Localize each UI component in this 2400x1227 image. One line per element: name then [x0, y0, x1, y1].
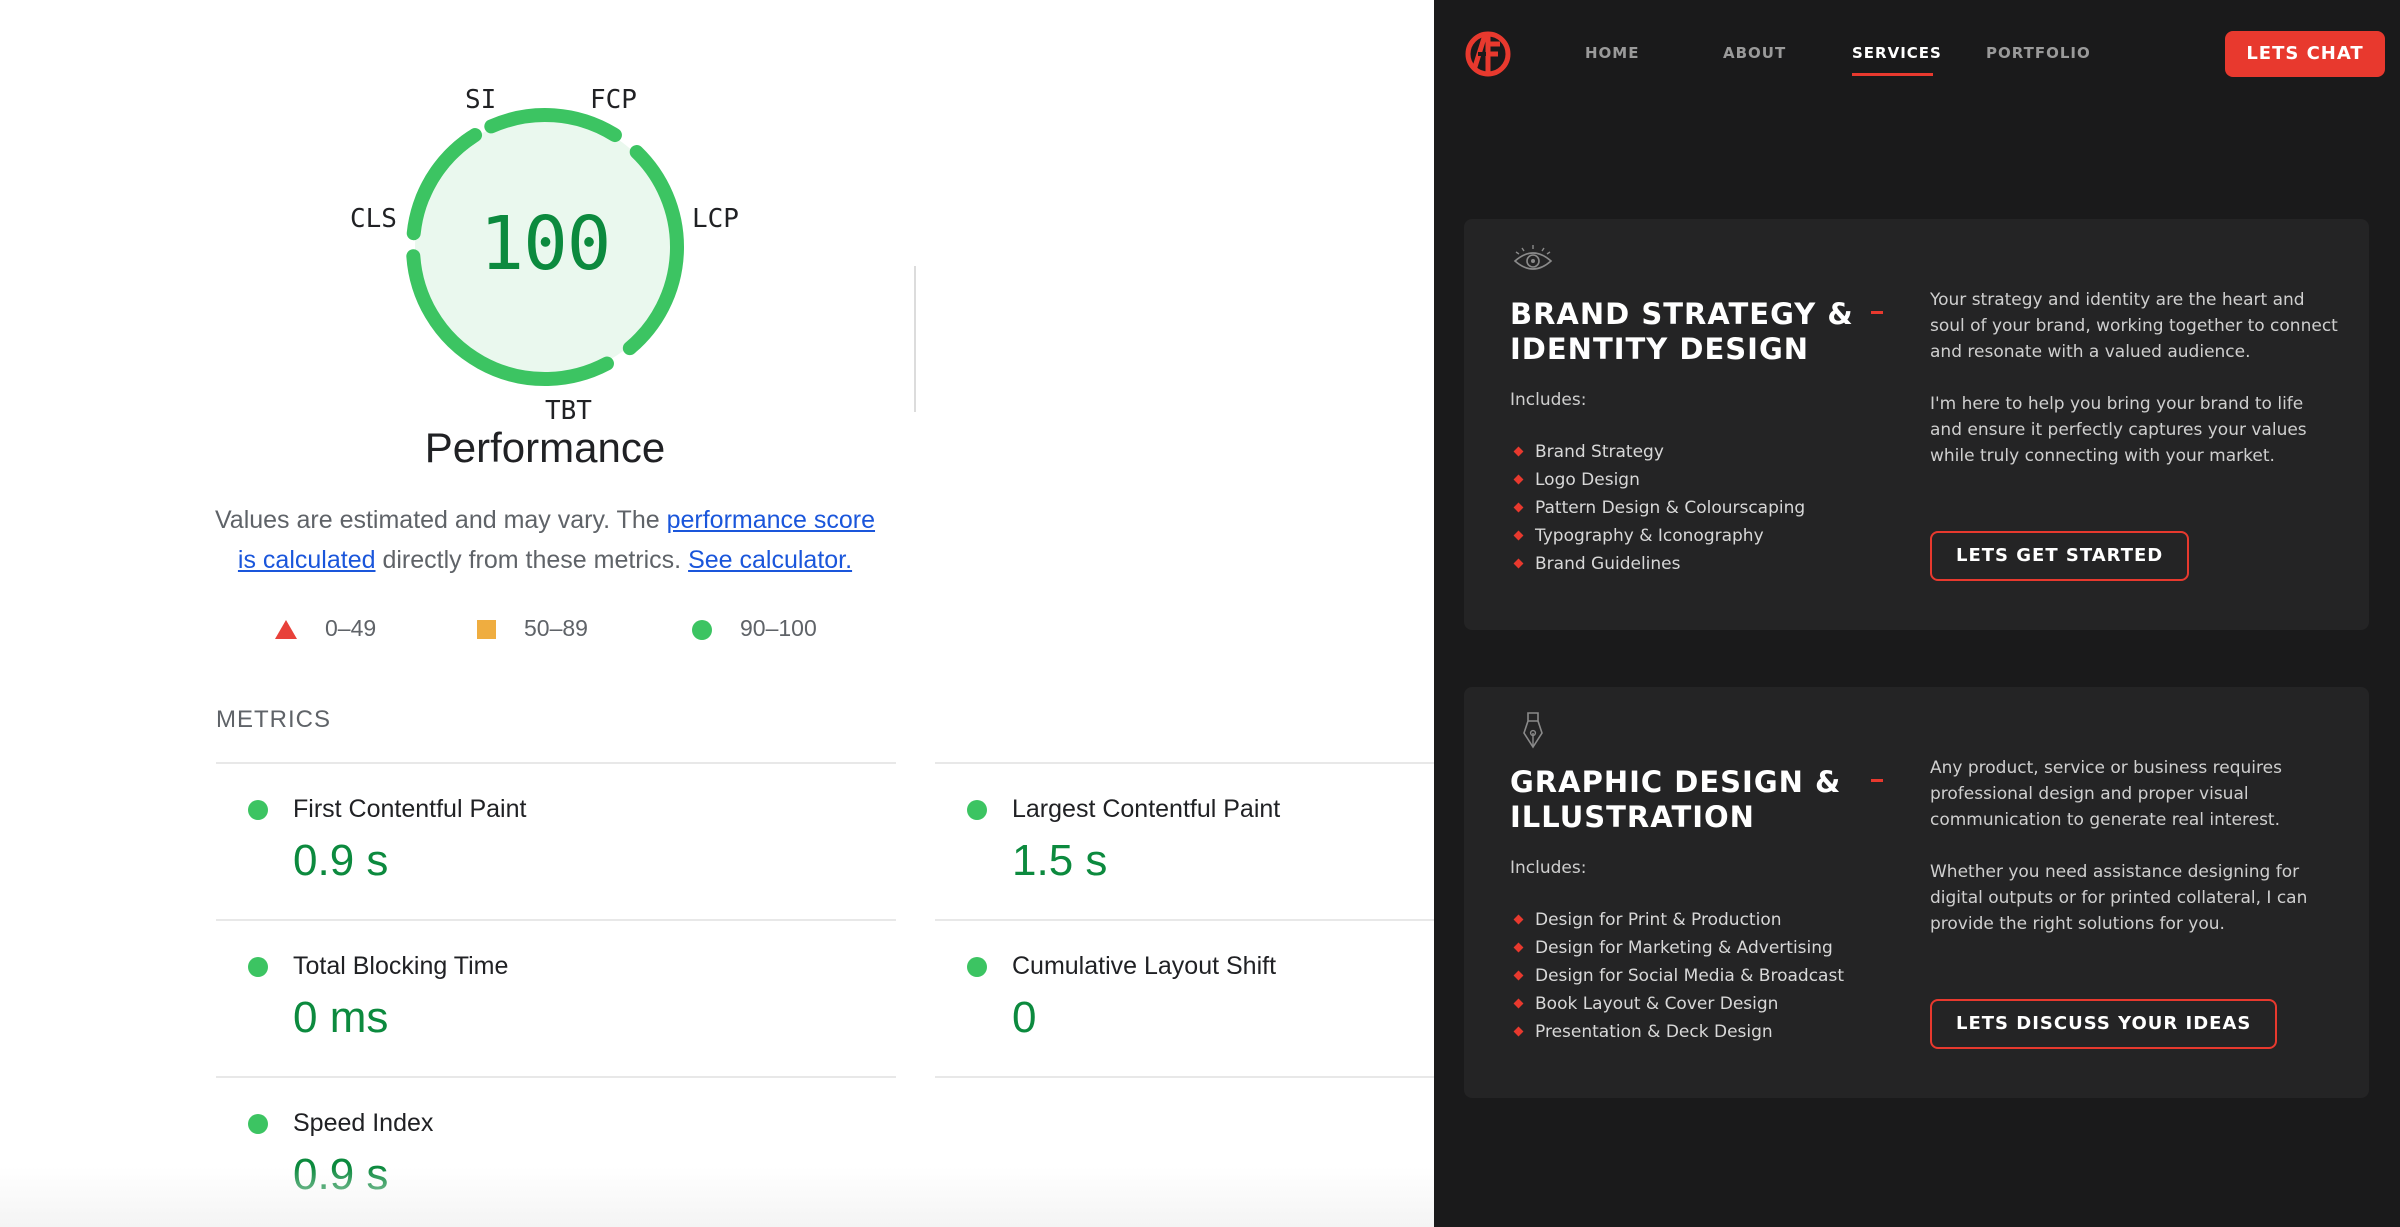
legend-average: 50–89	[477, 615, 588, 642]
nav-home[interactable]: HOME	[1585, 44, 1639, 62]
metric-name: First Contentful Paint	[293, 795, 527, 823]
see-calculator-link[interactable]: See calculator.	[688, 546, 852, 574]
metric-name: Speed Index	[293, 1109, 434, 1137]
list-item: Brand Strategy	[1515, 438, 1805, 466]
nav-about[interactable]: ABOUT	[1723, 44, 1786, 62]
circle-icon	[692, 619, 712, 640]
service-title-line: GRAPHIC DESIGN &	[1510, 765, 1842, 799]
pass-circle-icon	[248, 1114, 268, 1134]
divider	[914, 266, 916, 412]
description-text-middle: directly from these metrics.	[375, 546, 689, 574]
gauge-label-lcp: LCP	[692, 204, 739, 234]
list-item: Pattern Design & Colourscaping	[1515, 494, 1805, 522]
metric-item: Largest Contentful Paint 1.5 s	[935, 762, 1434, 919]
list-item: Design for Print & Production	[1515, 906, 1844, 934]
square-icon	[477, 620, 496, 640]
gauge-label-cls: CLS	[350, 204, 397, 234]
list-item: Typography & Iconography	[1515, 522, 1805, 550]
pass-circle-icon	[967, 800, 987, 820]
accent-dash	[1871, 311, 1883, 314]
list-item: Design for Marketing & Advertising	[1515, 934, 1844, 962]
service-title: GRAPHIC DESIGN & ILLUSTRATION	[1510, 765, 1870, 835]
scroll-fade	[0, 1167, 1434, 1227]
triangle-icon	[275, 620, 297, 640]
list-item: Logo Design	[1515, 466, 1805, 494]
metric-name: Largest Contentful Paint	[1012, 795, 1281, 823]
service-items-list: Design for Print & Production Design for…	[1515, 906, 1844, 1046]
service-title-line: ILLUSTRATION	[1510, 800, 1755, 834]
eye-icon	[1513, 245, 1553, 270]
legend-pass: 90–100	[692, 615, 817, 642]
list-item: Presentation & Deck Design	[1515, 1018, 1844, 1046]
metric-value: 1.5 s	[1012, 836, 1108, 885]
legend-range: 0–49	[325, 615, 377, 641]
pass-circle-icon	[248, 957, 268, 977]
category-title: Performance	[424, 424, 666, 471]
list-item: Design for Social Media & Broadcast	[1515, 962, 1844, 990]
metric-value: 0 ms	[293, 993, 389, 1042]
service-description: Your strategy and identity are the heart…	[1930, 290, 2338, 362]
legend-fail: 0–49	[275, 615, 376, 642]
pen-nib-icon	[1523, 712, 1543, 749]
metric-name: Cumulative Layout Shift	[1012, 952, 1277, 980]
ae-monogram-logo[interactable]	[1464, 30, 1512, 78]
pass-circle-icon	[967, 957, 987, 977]
metric-value: 0	[1012, 993, 1037, 1042]
pass-circle-icon	[248, 800, 268, 820]
lets-chat-button[interactable]: LETS CHAT	[2225, 31, 2385, 77]
website-panel: HOME ABOUT SERVICES PORTFOLIO LETS CHAT …	[1434, 0, 2400, 1227]
legend-range: 50–89	[524, 615, 588, 641]
metric-item: First Contentful Paint 0.9 s	[216, 762, 896, 919]
nav-portfolio[interactable]: PORTFOLIO	[1986, 44, 2091, 62]
service-description: Whether you need assistance designing fo…	[1930, 862, 2308, 934]
score-description: Values are estimated and may vary. The p…	[205, 500, 885, 580]
service-description: Any product, service or business require…	[1930, 758, 2282, 830]
metric-name: Total Blocking Time	[293, 952, 509, 980]
service-description: I'm here to help you bring your brand to…	[1930, 394, 2307, 466]
gauge-label-fcp: FCP	[590, 85, 637, 115]
includes-label: Includes:	[1510, 858, 1587, 878]
lets-discuss-button[interactable]: LETS DISCUSS YOUR IDEAS	[1930, 999, 2278, 1049]
divider	[935, 1076, 1434, 1078]
service-items-list: Brand Strategy Logo Design Pattern Desig…	[1515, 438, 1805, 578]
service-title-line: IDENTITY DESIGN	[1510, 332, 1810, 366]
includes-label: Includes:	[1510, 390, 1587, 410]
performance-score: 100	[479, 201, 612, 287]
gauge-label-si: SI	[465, 85, 497, 115]
list-item: Brand Guidelines	[1515, 550, 1805, 578]
legend-range: 90–100	[740, 615, 817, 641]
gauge-label-tbt: TBT	[545, 396, 592, 426]
description-text: Values are estimated and may vary. The	[214, 506, 667, 534]
service-title: BRAND STRATEGY & IDENTITY DESIGN	[1510, 297, 1870, 367]
service-card-graphic: GRAPHIC DESIGN & ILLUSTRATION Includes: …	[1464, 687, 2369, 1098]
list-item: Book Layout & Cover Design	[1515, 990, 1844, 1018]
accent-dash	[1871, 779, 1883, 782]
nav-services[interactable]: SERVICES	[1852, 44, 1942, 62]
lets-get-started-button[interactable]: LETS GET STARTED	[1930, 531, 2190, 581]
service-card-brand: BRAND STRATEGY & IDENTITY DESIGN Include…	[1464, 219, 2369, 630]
active-nav-underline	[1852, 73, 1933, 76]
metric-item: Total Blocking Time 0 ms	[216, 919, 896, 1076]
service-title-line: BRAND STRATEGY &	[1510, 297, 1854, 331]
metric-value: 0.9 s	[293, 836, 389, 885]
metric-item: Cumulative Layout Shift 0	[935, 919, 1434, 1076]
metrics-header: METRICS	[216, 706, 331, 733]
lighthouse-report-panel: 100 SI FCP CLS LCP TBT Performance Value…	[0, 0, 1434, 1227]
